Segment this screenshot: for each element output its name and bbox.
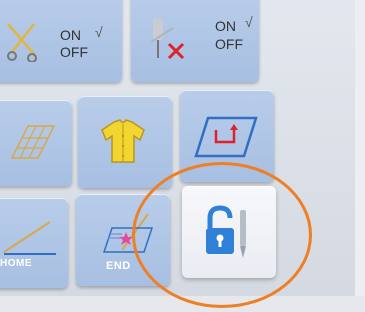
panel-edge	[355, 0, 365, 312]
grid-button[interactable]	[0, 100, 72, 186]
shirt-button[interactable]	[78, 96, 172, 188]
shirt-icon	[98, 116, 148, 171]
needle-check: √	[245, 14, 253, 30]
diamond-grid-icon	[8, 122, 58, 167]
scissors-icon	[4, 18, 40, 67]
thread-cut-off-label: OFF	[60, 44, 88, 60]
needle-toggle-button[interactable]: ON √ OFF	[131, 0, 259, 82]
thread-cut-toggle-button[interactable]: ON √ OFF	[0, 0, 122, 82]
needle-x-icon	[143, 14, 193, 69]
needle-on-label: ON	[215, 18, 236, 34]
end-label: END	[106, 260, 131, 272]
home-label: HOME	[0, 258, 32, 269]
needle-off-label: OFF	[215, 36, 243, 52]
home-button[interactable]: HOME	[0, 198, 68, 288]
operation-panel: ON √ OFF ON √ OFF HOME END	[0, 0, 365, 312]
thread-cut-check: √	[95, 24, 103, 40]
thread-cut-on-label: ON	[60, 27, 81, 43]
frame-move-icon	[194, 114, 260, 165]
highlight-circle	[132, 162, 312, 308]
